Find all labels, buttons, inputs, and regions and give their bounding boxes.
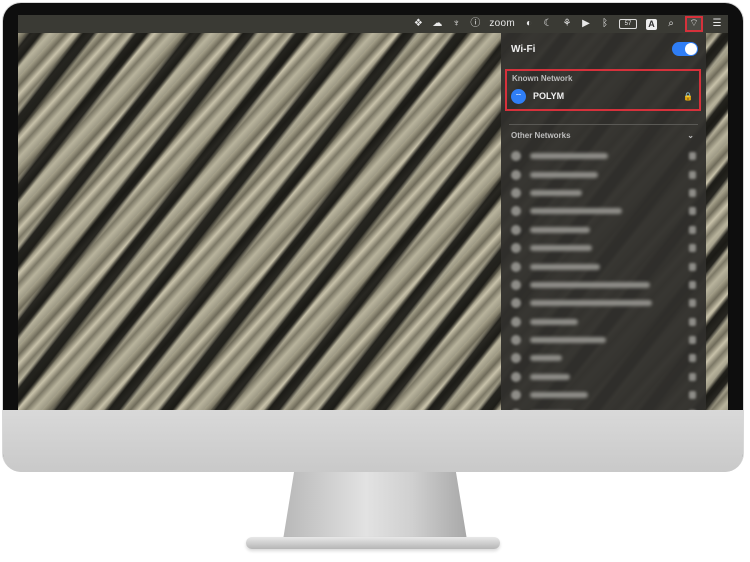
list-item[interactable] [511, 165, 696, 183]
wifi-menu-icon[interactable]: ⌔ [685, 16, 703, 32]
wifi-icon [511, 206, 521, 217]
list-item[interactable] [511, 184, 696, 202]
moon-icon[interactable]: ☾ [543, 15, 553, 33]
wifi-icon [511, 353, 521, 364]
wifi-icon [511, 187, 521, 198]
list-item[interactable] [511, 368, 696, 386]
dropbox-icon[interactable]: ❖ [413, 15, 423, 33]
known-network-header: Known Network [512, 74, 573, 83]
known-network-item[interactable]: ⌔ POLYM 🔒 [511, 87, 693, 105]
wifi-icon [511, 169, 521, 180]
network-name-blurred [530, 318, 578, 325]
network-name-blurred [530, 189, 582, 196]
lock-icon [689, 336, 696, 345]
list-item[interactable] [511, 202, 696, 220]
network-name-blurred [530, 245, 592, 252]
list-item[interactable] [511, 349, 696, 367]
lock-icon [689, 188, 696, 197]
wifi-icon [511, 261, 521, 272]
lock-icon [689, 280, 696, 289]
lock-icon [689, 299, 696, 308]
network-name-blurred [530, 373, 570, 380]
monitor-stand-base [246, 537, 500, 549]
other-networks-label: Other Networks [511, 131, 571, 140]
wifi-icon [511, 316, 521, 327]
input-source-icon[interactable]: A [646, 18, 657, 30]
wifi-icon [511, 151, 521, 162]
network-name-blurred [530, 392, 588, 399]
wifi-panel: Wi-Fi Known Network ⌔ POLYM 🔒 Other Netw… [501, 33, 706, 410]
search-icon[interactable]: ⌕ [666, 15, 676, 33]
info-icon[interactable]: ⓘ [470, 15, 480, 33]
list-item[interactable] [511, 313, 696, 331]
divider [509, 124, 698, 125]
network-name-blurred [530, 153, 608, 160]
screen-icon[interactable]: ◐ [524, 15, 534, 33]
monitor-stand-neck [283, 472, 467, 540]
menu-bar: ❖ ☁ ♆ ⓘ zoom ◐ ☾ ⚘ ▶ ᛒ 57 A ⌕ ⌔ ☰ [18, 15, 728, 33]
list-item[interactable] [511, 386, 696, 404]
wifi-icon [511, 298, 521, 309]
bluetooth-icon[interactable]: ᛒ [600, 15, 610, 33]
list-item[interactable] [511, 147, 696, 165]
battery-icon[interactable]: 57 [619, 19, 637, 29]
known-network-name: POLYM [533, 91, 565, 101]
list-item[interactable] [511, 257, 696, 275]
wifi-icon [511, 408, 521, 410]
network-name-blurred [530, 355, 562, 362]
bird-icon[interactable]: ♆ [451, 15, 461, 33]
list-item[interactable] [511, 276, 696, 294]
wifi-icon [511, 390, 521, 401]
list-item[interactable] [511, 239, 696, 257]
lock-icon [689, 354, 696, 363]
list-item[interactable] [511, 404, 696, 410]
play-icon[interactable]: ▶ [581, 15, 591, 33]
other-networks-list [511, 147, 696, 410]
creative-cloud-icon[interactable]: ☁ [432, 15, 442, 33]
list-item[interactable] [511, 294, 696, 312]
lock-icon [689, 170, 696, 179]
wifi-icon: ⌔ [511, 88, 526, 104]
lock-icon [689, 225, 696, 234]
wifi-icon [511, 335, 521, 346]
list-item[interactable] [511, 331, 696, 349]
network-name-blurred [530, 171, 598, 178]
wifi-icon [511, 243, 521, 254]
wifi-title: Wi-Fi [511, 43, 536, 55]
known-network-section: Known Network ⌔ POLYM 🔒 [505, 69, 701, 111]
toggle-knob [685, 43, 697, 55]
lock-icon [689, 244, 696, 253]
wifi-icon [511, 371, 521, 382]
network-name-blurred [530, 208, 622, 215]
lock-icon [689, 372, 696, 381]
list-item[interactable] [511, 221, 696, 239]
lock-icon [689, 317, 696, 326]
network-name-blurred [530, 226, 590, 233]
lock-icon [689, 391, 696, 400]
network-name-blurred [530, 281, 650, 288]
network-name-blurred [530, 263, 600, 270]
screen: ❖ ☁ ♆ ⓘ zoom ◐ ☾ ⚘ ▶ ᛒ 57 A ⌕ ⌔ ☰ Wi-Fi … [18, 15, 728, 410]
chevron-down-icon[interactable]: ⌄ [687, 131, 694, 140]
lock-icon: 🔒 [683, 91, 693, 101]
lock-icon [689, 152, 696, 161]
zoom-icon[interactable]: zoom [489, 15, 515, 33]
wifi-icon [511, 279, 521, 290]
monitor-chin [3, 410, 743, 472]
control-center-icon[interactable]: ☰ [712, 15, 722, 33]
network-name-blurred [530, 300, 652, 307]
network-name-blurred [530, 337, 606, 344]
fan-icon[interactable]: ⚘ [562, 15, 572, 33]
lock-icon [689, 262, 696, 271]
other-networks-header[interactable]: Other Networks ⌄ [511, 131, 694, 140]
wifi-toggle[interactable] [672, 42, 698, 56]
wifi-header: Wi-Fi [511, 41, 698, 57]
wifi-icon [511, 224, 521, 235]
lock-icon [689, 207, 696, 216]
